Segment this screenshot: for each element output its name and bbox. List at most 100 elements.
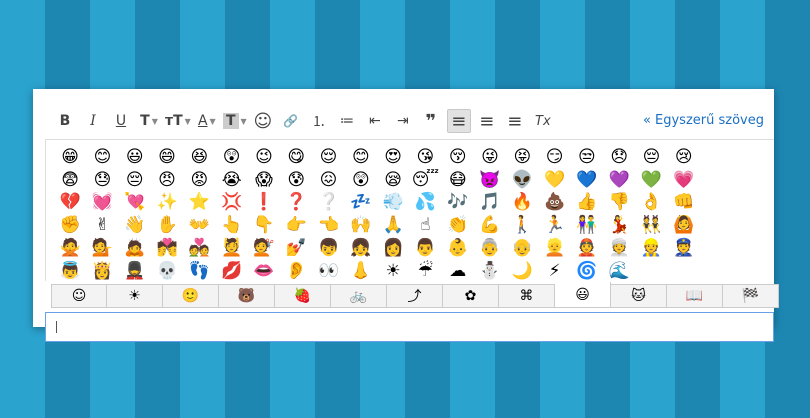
numbered-list-icon[interactable]: ⒈	[307, 109, 331, 133]
emoji-cell[interactable]: 👀	[312, 260, 344, 283]
emoji-cell[interactable]: 💦	[409, 192, 441, 215]
emoji-cell[interactable]: 😪	[377, 169, 409, 192]
emoji-cell[interactable]: 😰	[280, 169, 312, 192]
emoji-cell[interactable]: 🌀	[571, 260, 603, 283]
emoji-cell[interactable]: 👊	[668, 192, 700, 215]
emoji-cell[interactable]: 🙏	[377, 214, 409, 237]
emoji-cell[interactable]: 👯	[635, 214, 667, 237]
emoji-category-tab[interactable]: ⌘	[499, 284, 555, 308]
emoji-cell[interactable]: 👷	[635, 237, 667, 260]
emoji-cell[interactable]: 🙌	[345, 214, 377, 237]
align-left-icon[interactable]: ≡	[446, 109, 471, 133]
emoji-cell[interactable]: 👉	[280, 214, 312, 237]
emoji-category-tab[interactable]: 🚲	[331, 284, 387, 308]
emoji-category-tab[interactable]: ☀	[107, 284, 163, 308]
emoji-category-tab[interactable]: 😃	[555, 282, 611, 308]
emoji-cell[interactable]: 👫	[571, 214, 603, 237]
emoji-cell[interactable]: 💩	[538, 192, 570, 215]
emoji-cell[interactable]: 👇	[248, 214, 280, 237]
emoji-cell[interactable]: 😞	[603, 146, 635, 169]
emoji-cell[interactable]: 👏	[442, 214, 474, 237]
plain-text-link[interactable]: « Egyszerű szöveg	[643, 113, 764, 128]
emoji-cell[interactable]: ⭐	[183, 192, 215, 215]
clear-formatting-icon[interactable]: Tx	[531, 109, 555, 133]
emoji-button[interactable]: ☺	[251, 109, 275, 133]
emoji-category-tab[interactable]: 🐻	[219, 284, 275, 308]
emoji-cell[interactable]: 😏	[538, 146, 570, 169]
emoji-cell[interactable]: 😋	[280, 146, 312, 169]
emoji-cell[interactable]: 😓	[86, 169, 118, 192]
emoji-cell[interactable]: 🙅	[54, 237, 86, 260]
emoji-cell[interactable]: 😡	[183, 169, 215, 192]
italic-button[interactable]: I	[81, 109, 105, 133]
emoji-cell[interactable]: 🎶	[442, 192, 474, 215]
emoji-cell[interactable]: ✌	[86, 214, 118, 237]
emoji-cell[interactable]: 🔥	[506, 192, 538, 215]
emoji-cell[interactable]: 😒	[571, 146, 603, 169]
emoji-cell[interactable]: 💆	[215, 237, 247, 260]
emoji-cell[interactable]: 👃	[345, 260, 377, 283]
emoji-cell[interactable]: 👸	[86, 260, 118, 283]
emoji-cell[interactable]: 👎	[603, 192, 635, 215]
align-center-icon[interactable]: ≡	[475, 109, 499, 133]
emoji-cell[interactable]: 🙇	[119, 237, 151, 260]
emoji-category-tab[interactable]: 📖	[667, 284, 723, 308]
emoji-cell[interactable]: 👲	[571, 237, 603, 260]
emoji-cell[interactable]: ⚡	[538, 260, 570, 283]
emoji-cell[interactable]: 😔	[635, 146, 667, 169]
emoji-cell[interactable]: 🏃	[538, 214, 570, 237]
emoji-cell[interactable]: 💅	[280, 237, 312, 260]
emoji-category-tab[interactable]: 🐱	[611, 284, 667, 308]
emoji-cell[interactable]: 👼	[54, 260, 86, 283]
text-color-button[interactable]: A ▼	[195, 109, 219, 133]
align-right-icon[interactable]: ≡	[503, 109, 527, 133]
emoji-cell[interactable]: 😌	[312, 146, 344, 169]
emoji-cell[interactable]: 😢	[668, 146, 700, 169]
emoji-cell[interactable]: 👋	[119, 214, 151, 237]
emoji-cell[interactable]: 💗	[668, 169, 700, 192]
emoji-cell[interactable]: 💏	[151, 237, 183, 260]
emoji-cell[interactable]: 😲	[215, 146, 247, 169]
emoji-category-tab[interactable]: 🏁	[723, 284, 779, 308]
emoji-cell[interactable]: ✋	[151, 214, 183, 237]
emoji-cell[interactable]: ❔	[312, 192, 344, 215]
emoji-category-tab[interactable]: 🍓	[275, 284, 331, 308]
emoji-cell[interactable]: 👱	[538, 237, 570, 260]
emoji-cell[interactable]: 😷	[442, 169, 474, 192]
emoji-cell[interactable]: 👽	[506, 169, 538, 192]
emoji-cell[interactable]: 💁	[86, 237, 118, 260]
emoji-cell[interactable]: 👌	[635, 192, 667, 215]
emoji-cell[interactable]: 💤	[345, 192, 377, 215]
bullet-list-icon[interactable]: ≔	[335, 109, 359, 133]
emoji-cell[interactable]: 😝	[506, 146, 538, 169]
emoji-cell[interactable]: 😖	[312, 169, 344, 192]
emoji-cell[interactable]: 😲	[345, 169, 377, 192]
emoji-cell[interactable]: 💨	[377, 192, 409, 215]
emoji-cell[interactable]: 👍	[571, 192, 603, 215]
emoji-cell[interactable]: ✊	[54, 214, 86, 237]
emoji-cell[interactable]: 😁	[54, 146, 86, 169]
bold-button[interactable]: B	[53, 109, 77, 133]
emoji-cell[interactable]: 🌙	[506, 260, 538, 283]
emoji-cell[interactable]: 👵	[474, 237, 506, 260]
emoji-cell[interactable]: ☀	[377, 260, 409, 283]
emoji-cell[interactable]: 😭	[215, 169, 247, 192]
emoji-cell[interactable]: 💔	[54, 192, 86, 215]
emoji-cell[interactable]: 💋	[215, 260, 247, 283]
emoji-cell[interactable]: 😴	[409, 169, 441, 192]
font-size-button[interactable]: тT ▼	[165, 109, 191, 133]
emoji-cell[interactable]: 👂	[280, 260, 312, 283]
emoji-category-tab[interactable]: 🙂	[163, 284, 219, 308]
emoji-cell[interactable]: 😉	[248, 146, 280, 169]
emoji-cell[interactable]: 👧	[345, 237, 377, 260]
font-button[interactable]: T ▼	[137, 109, 161, 133]
emoji-cell[interactable]: 😠	[151, 169, 183, 192]
emoji-cell[interactable]: ❗	[248, 192, 280, 215]
emoji-cell[interactable]: 😊	[86, 146, 118, 169]
emoji-cell[interactable]: 😔	[119, 169, 151, 192]
emoji-cell[interactable]: 😨	[54, 169, 86, 192]
quote-icon[interactable]: ❞	[419, 109, 443, 133]
emoji-cell[interactable]: 😍	[377, 146, 409, 169]
emoji-category-tab[interactable]: ✿	[443, 284, 499, 308]
emoji-cell[interactable]: 💜	[603, 169, 635, 192]
